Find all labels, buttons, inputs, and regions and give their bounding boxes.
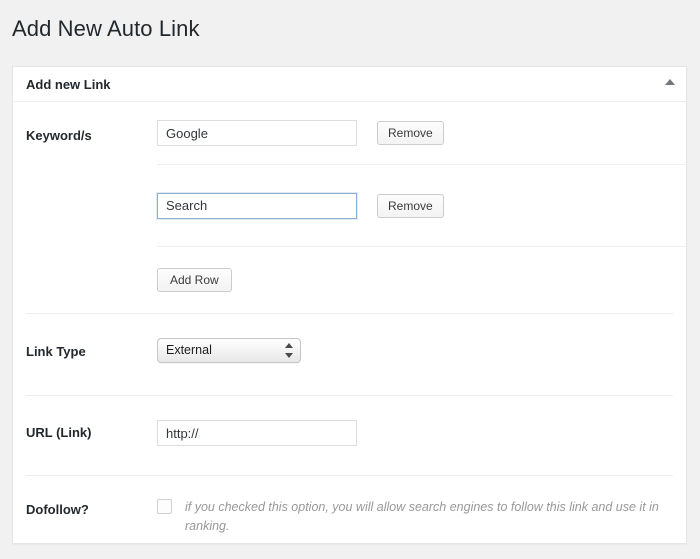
link-type-label: Link Type <box>13 314 157 360</box>
chevron-down-icon <box>285 353 293 358</box>
dofollow-checkbox[interactable] <box>157 499 172 514</box>
link-type-select[interactable]: External <box>157 338 301 363</box>
keyword-input-2[interactable] <box>157 193 357 219</box>
panel-body: Keyword/s Remove Remove Add Row <box>13 102 686 543</box>
link-type-field: External <box>157 314 686 368</box>
keyword-input-1[interactable] <box>157 120 357 146</box>
link-type-selected-value: External <box>166 342 212 358</box>
dofollow-check-line: if you checked this option, you will all… <box>157 498 686 536</box>
keywords-label: Keyword/s <box>13 102 157 144</box>
dofollow-field: if you checked this option, you will all… <box>157 476 686 536</box>
keywords-field-group: Remove Remove Add Row <box>157 102 686 313</box>
field-row-dofollow: Dofollow? if you checked this option, yo… <box>13 476 686 543</box>
select-stepper-arrows-icon[interactable] <box>285 343 293 358</box>
remove-keyword-button-1[interactable]: Remove <box>377 121 444 145</box>
add-row-button[interactable]: Add Row <box>157 268 232 292</box>
field-row-keywords: Keyword/s Remove Remove Add Row <box>13 102 686 313</box>
chevron-up-icon[interactable] <box>665 79 675 85</box>
panel-header[interactable]: Add new Link <box>13 67 686 102</box>
dofollow-description: if you checked this option, you will all… <box>185 498 672 536</box>
url-label: URL (Link) <box>13 396 157 441</box>
dofollow-label: Dofollow? <box>13 476 157 518</box>
url-input[interactable] <box>157 420 357 446</box>
keyword-row: Remove <box>157 165 686 246</box>
page-title: Add New Auto Link <box>0 0 700 44</box>
remove-keyword-button-2[interactable]: Remove <box>377 194 444 218</box>
add-row-container: Add Row <box>157 247 686 313</box>
panel-header-title: Add new Link <box>26 76 111 94</box>
field-row-url: URL (Link) <box>13 396 686 475</box>
chevron-up-icon <box>285 343 293 348</box>
url-field <box>157 396 686 446</box>
field-row-link-type: Link Type External <box>13 314 686 395</box>
add-new-link-panel: Add new Link Keyword/s Remove Remove Add… <box>12 66 687 544</box>
keyword-row: Remove <box>157 102 686 164</box>
